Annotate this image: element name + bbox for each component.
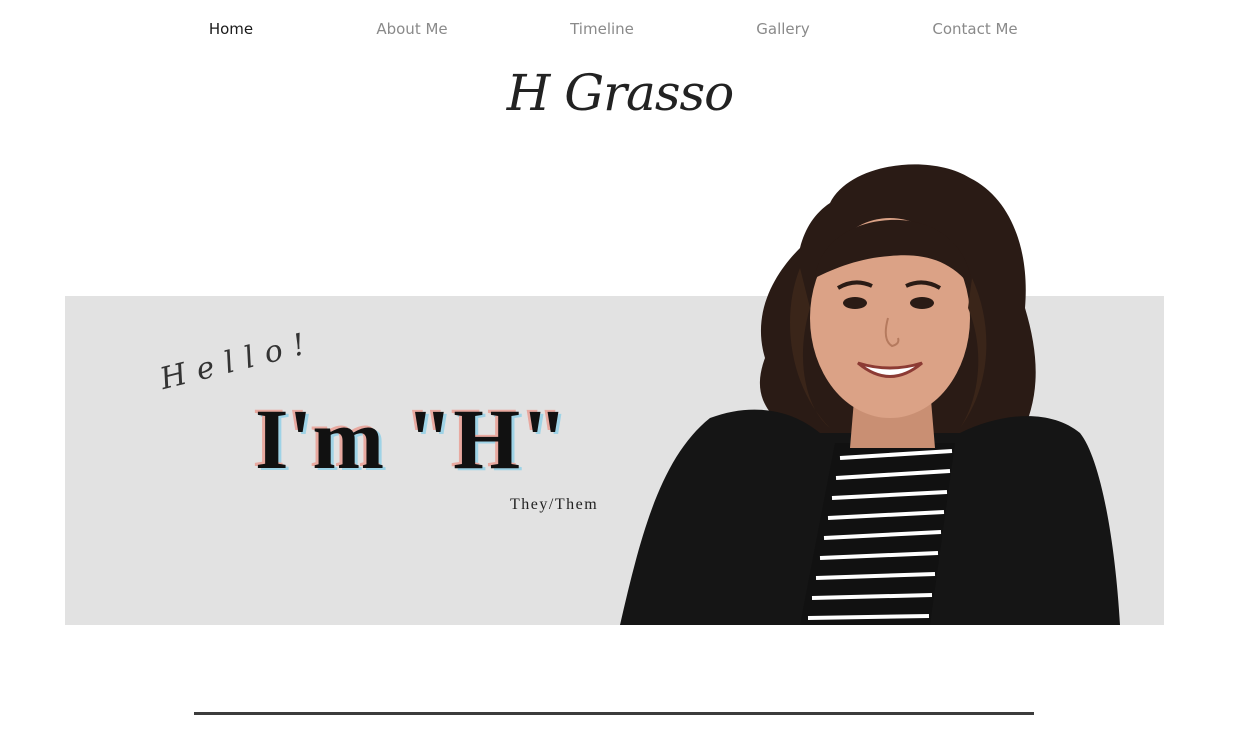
nav-timeline[interactable]: Timeline	[570, 20, 634, 38]
nav-home[interactable]: Home	[209, 20, 253, 38]
site-logo[interactable]: H Grasso	[0, 64, 1240, 122]
top-nav: Home About Me Timeline Gallery Contact M…	[0, 0, 1240, 60]
nav-contact-me[interactable]: Contact Me	[932, 20, 1017, 38]
portrait-photo	[620, 164, 1120, 625]
hero-headline: I'm "H"	[255, 391, 568, 487]
pronouns-text: They/Them	[510, 496, 599, 513]
nav-gallery[interactable]: Gallery	[756, 20, 809, 38]
section-divider	[194, 712, 1034, 715]
nav-about-me[interactable]: About Me	[376, 20, 447, 38]
hello-greeting: Hello!	[156, 324, 320, 397]
